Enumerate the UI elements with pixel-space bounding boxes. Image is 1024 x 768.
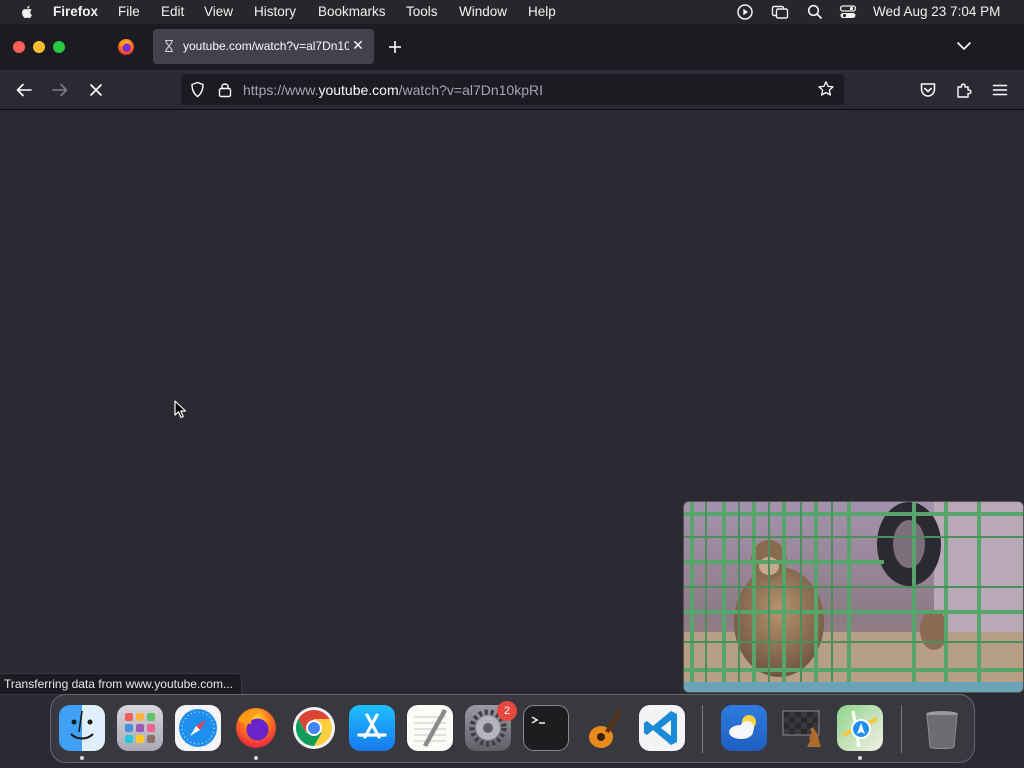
firefox-icon xyxy=(118,39,134,55)
dock-chess[interactable] xyxy=(779,705,825,751)
url-prefix: https://www. xyxy=(243,82,319,98)
dock-running-indicator xyxy=(254,756,258,760)
url-path: /watch?v=al7Dn10kpRI xyxy=(398,82,544,98)
launchpad-icon xyxy=(125,713,155,743)
forward-button[interactable] xyxy=(50,80,70,100)
menu-bookmarks[interactable]: Bookmarks xyxy=(318,4,386,19)
screen-recording-icon[interactable] xyxy=(736,3,754,21)
nav-toolbar: https://www.youtube.com/watch?v=al7Dn10k… xyxy=(0,70,1024,110)
back-button[interactable] xyxy=(14,80,34,100)
dock: 2 xyxy=(50,694,975,763)
dock-garageband[interactable] xyxy=(581,705,627,751)
dock-weather[interactable] xyxy=(721,705,767,751)
dock-app-store[interactable] xyxy=(349,705,395,751)
lock-icon[interactable] xyxy=(217,81,233,98)
picture-in-picture-video[interactable] xyxy=(683,501,1024,693)
menu-help[interactable]: Help xyxy=(528,4,556,19)
list-all-tabs-button[interactable] xyxy=(955,37,973,55)
menu-bar: Firefox File Edit View History Bookmarks… xyxy=(0,0,1024,24)
dock-separator xyxy=(702,705,703,753)
firefox-icon xyxy=(236,708,276,748)
hamburger-menu-icon[interactable] xyxy=(990,80,1010,100)
trash-icon xyxy=(926,711,958,749)
menu-window[interactable]: Window xyxy=(459,4,507,19)
apple-icon[interactable] xyxy=(18,3,36,21)
tab-title: youtube.com/watch?v=al7Dn10kpRI xyxy=(183,39,349,53)
close-tab-button[interactable]: ✕ xyxy=(351,37,365,53)
menu-tools[interactable]: Tools xyxy=(406,4,438,19)
menu-edit[interactable]: Edit xyxy=(161,4,184,19)
hourglass-icon xyxy=(165,39,173,53)
control-center-icon[interactable] xyxy=(839,3,857,21)
screen-mirroring-icon[interactable] xyxy=(771,3,789,21)
menu-file[interactable]: File xyxy=(118,4,140,19)
vscode-icon xyxy=(644,711,677,745)
dock-chrome[interactable] xyxy=(291,705,337,751)
menu-bar-clock[interactable]: Wed Aug 23 7:04 PM xyxy=(873,4,1000,19)
mouse-pointer-icon xyxy=(174,400,187,419)
window-close-button[interactable] xyxy=(13,41,25,53)
url-text[interactable]: https://www.youtube.com/watch?v=al7Dn10k… xyxy=(243,82,543,98)
new-tab-button[interactable] xyxy=(385,37,405,57)
dock-vscode[interactable] xyxy=(639,705,685,751)
spotlight-icon[interactable] xyxy=(806,3,824,21)
app-store-icon xyxy=(357,713,387,739)
dock-running-indicator xyxy=(858,756,862,760)
bookmark-star-icon[interactable] xyxy=(817,80,835,98)
chess-icon xyxy=(782,710,821,747)
notification-badge: 2 xyxy=(497,701,517,721)
dock-firefox[interactable] xyxy=(233,705,279,751)
dock-safari[interactable] xyxy=(175,705,221,751)
url-host: youtube.com xyxy=(318,82,399,98)
guitar-icon xyxy=(589,709,622,748)
menu-app-name[interactable]: Firefox xyxy=(53,4,98,19)
dock-terminal[interactable] xyxy=(523,705,569,751)
pinned-tab-firefox[interactable] xyxy=(108,30,144,64)
stop-loading-button[interactable] xyxy=(86,80,106,100)
dock-maps[interactable] xyxy=(837,705,883,751)
status-panel: Transferring data from www.youtube.com..… xyxy=(0,673,242,695)
menu-view[interactable]: View xyxy=(204,4,233,19)
terminal-icon xyxy=(531,716,545,724)
weather-icon xyxy=(729,715,756,739)
dock-launchpad[interactable] xyxy=(117,705,163,751)
dock-textedit[interactable] xyxy=(407,705,453,751)
address-bar[interactable]: https://www.youtube.com/watch?v=al7Dn10k… xyxy=(181,74,844,105)
dock-running-indicator xyxy=(80,756,84,760)
maps-icon xyxy=(842,710,878,748)
window-zoom-button[interactable] xyxy=(53,41,65,53)
menu-history[interactable]: History xyxy=(254,4,296,19)
dock-separator xyxy=(901,705,902,753)
dock-trash[interactable] xyxy=(919,705,965,751)
pocket-icon[interactable] xyxy=(918,80,938,100)
textedit-icon xyxy=(414,709,447,747)
finder-icon xyxy=(70,710,94,740)
video-frame xyxy=(684,502,1023,692)
window-minimize-button[interactable] xyxy=(33,41,45,53)
extensions-icon[interactable] xyxy=(954,80,974,100)
dock-finder[interactable] xyxy=(59,705,105,751)
safari-icon xyxy=(179,709,217,747)
chrome-icon xyxy=(293,707,335,749)
tab-strip: youtube.com/watch?v=al7Dn10kpRI ✕ xyxy=(0,24,1024,70)
tracking-protection-shield-icon[interactable] xyxy=(189,81,206,98)
tab-youtube[interactable]: youtube.com/watch?v=al7Dn10kpRI ✕ xyxy=(153,29,374,64)
